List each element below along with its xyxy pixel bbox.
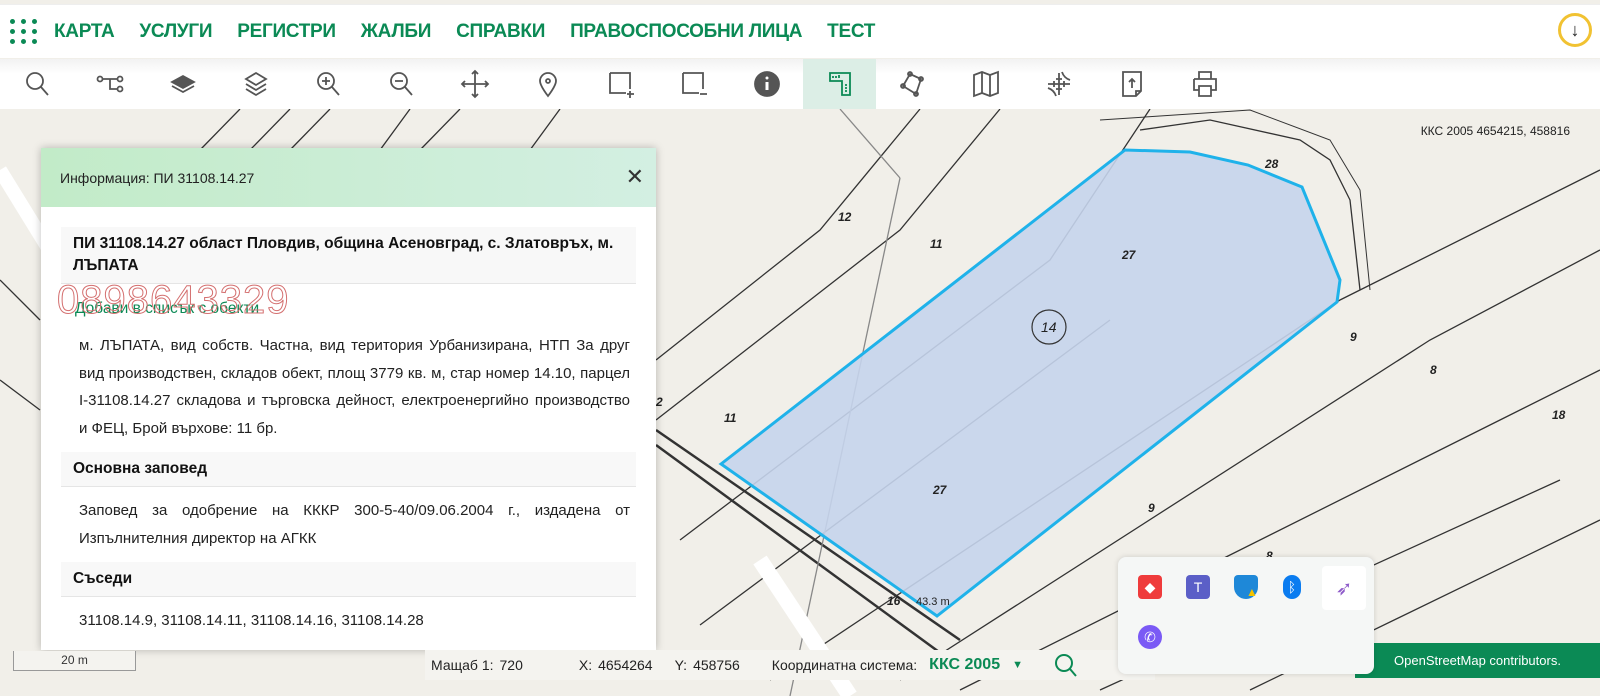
map-tool[interactable]	[949, 59, 1022, 109]
upload-file-icon	[1121, 71, 1142, 97]
neighbors-heading: Съседи	[61, 562, 636, 597]
map-label: 9	[1350, 330, 1357, 344]
y-label: Y:	[674, 657, 688, 673]
select-remove-tool[interactable]	[657, 59, 730, 109]
map-label: 27	[1121, 248, 1137, 262]
print-icon	[1192, 71, 1217, 97]
map-label: 12	[838, 210, 852, 224]
select-add-tool[interactable]	[584, 59, 657, 109]
layers-icon	[243, 71, 268, 97]
defender-warning-icon[interactable]: ▲	[1234, 575, 1258, 599]
feather-app-icon[interactable]: ➶	[1322, 566, 1366, 610]
map-label: 8	[1430, 363, 1437, 377]
order-heading: Основна заповед	[61, 452, 636, 487]
select-remove-icon	[681, 72, 707, 95]
zoom-in-tool[interactable]	[292, 59, 365, 109]
info-panel-header: Информация: ПИ 31108.14.27 ✕	[41, 148, 656, 207]
select-add-icon	[608, 72, 634, 98]
neighbors-text: 31108.14.9, 31108.14.11, 31108.14.16, 31…	[79, 612, 424, 629]
grid-snap-icon	[1047, 71, 1070, 97]
nav-spravki[interactable]: СПРАВКИ	[456, 21, 545, 43]
map-toolbar	[0, 59, 1600, 109]
upload-tool[interactable]	[1095, 59, 1168, 109]
measure-label: 43.3 m	[916, 596, 950, 608]
x-value: 4654264	[598, 657, 653, 673]
move-arrows-icon	[460, 69, 489, 99]
teams-icon[interactable]: T	[1186, 575, 1210, 599]
anydesk-icon[interactable]: ◆	[1138, 575, 1162, 599]
print-tool[interactable]	[1168, 59, 1241, 109]
parcel-number: 14	[1041, 319, 1057, 335]
info-tool[interactable]	[730, 59, 803, 109]
map-label: 9	[1148, 501, 1155, 515]
scale-bar: 20 m	[13, 651, 136, 671]
polygon-icon	[899, 71, 924, 97]
node-tool[interactable]	[73, 59, 146, 109]
nav-pravosposobni-lica[interactable]: ПРАВОСПОСОБНИ ЛИЦА	[570, 21, 802, 43]
map-label: 11	[930, 237, 943, 251]
search-icon	[25, 72, 49, 96]
viber-icon[interactable]: ✆	[1138, 625, 1162, 649]
parcel-description: м. ЛЪПАТА, вид собств. Частна, вид терит…	[79, 337, 630, 437]
map-label: 2	[655, 395, 663, 409]
map-label: 18	[1552, 408, 1566, 422]
map-attribution[interactable]: OpenStreetMap contributors.	[1355, 643, 1600, 678]
grid-tool[interactable]	[1022, 59, 1095, 109]
chevron-down-icon[interactable]: ▼	[1012, 659, 1023, 671]
location-pin-icon	[538, 72, 557, 98]
layer-filled-icon	[169, 74, 196, 94]
ruler-icon	[828, 72, 851, 96]
order-text: Заповед за одобрение на КККР 300-5-40/09…	[79, 502, 630, 547]
info-icon	[753, 71, 780, 97]
info-panel: Информация: ПИ 31108.14.27 ✕ ПИ 31108.14…	[41, 148, 656, 650]
x-label: X:	[578, 657, 593, 673]
map-label: 11	[724, 411, 737, 425]
add-to-list-link[interactable]: Добави в списък с обекти 0898643329	[41, 278, 656, 323]
info-panel-title: Информация: ПИ 31108.14.27	[60, 169, 255, 186]
nav-karta[interactable]: КАРТА	[54, 21, 115, 43]
nav-test[interactable]: ТЕСТ	[827, 21, 875, 43]
top-navigation: КАРТА УСЛУГИ РЕГИСТРИ ЖАЛБИ СПРАВКИ ПРАВ…	[0, 4, 1600, 58]
measure-tool[interactable]	[803, 59, 876, 109]
map-label: 28	[1264, 157, 1279, 171]
y-value: 458756	[693, 657, 740, 673]
download-icon[interactable]: ↓	[1558, 13, 1592, 47]
layers-tool[interactable]	[219, 59, 292, 109]
status-bar: Мащаб 1: 720 X: 4654264 Y: 458756 Коорди…	[425, 650, 1155, 680]
map-label: 16	[887, 594, 901, 608]
zoom-out-tool[interactable]	[365, 59, 438, 109]
pan-tool[interactable]	[438, 59, 511, 109]
parcel-heading: ПИ 31108.14.27 област Пловдив, община Ас…	[61, 227, 636, 284]
crs-label: Координатна система:	[771, 657, 918, 673]
nav-uslugi[interactable]: УСЛУГИ	[139, 21, 212, 43]
nav-registri[interactable]: РЕГИСТРИ	[237, 21, 336, 43]
map-icon	[972, 70, 999, 98]
crs-select[interactable]: ККС 2005	[929, 656, 1000, 674]
search-icon[interactable]	[1053, 652, 1079, 678]
polygon-tool[interactable]	[876, 59, 949, 109]
close-icon[interactable]: ✕	[626, 164, 644, 190]
scale-value: 720	[499, 657, 523, 673]
layer-tool[interactable]	[146, 59, 219, 109]
watermark: 0898643329	[56, 278, 290, 323]
zoom-in-icon	[316, 72, 340, 96]
zoom-out-icon	[389, 72, 413, 96]
coordinate-readout: ККС 2005 4654215, 458816	[1420, 124, 1570, 138]
map-label: 27	[932, 483, 948, 497]
search-tool[interactable]	[0, 59, 73, 109]
location-tool[interactable]	[511, 59, 584, 109]
scale-label: Мащаб 1:	[431, 657, 494, 673]
apps-grid-icon[interactable]	[10, 17, 40, 47]
system-tray-overflow: ◆ T ▲ ᛒ ➶ ✆	[1118, 557, 1374, 674]
node-graph-icon	[96, 75, 123, 93]
bluetooth-icon[interactable]: ᛒ	[1283, 575, 1301, 599]
nav-zhalbi[interactable]: ЖАЛБИ	[361, 21, 432, 43]
